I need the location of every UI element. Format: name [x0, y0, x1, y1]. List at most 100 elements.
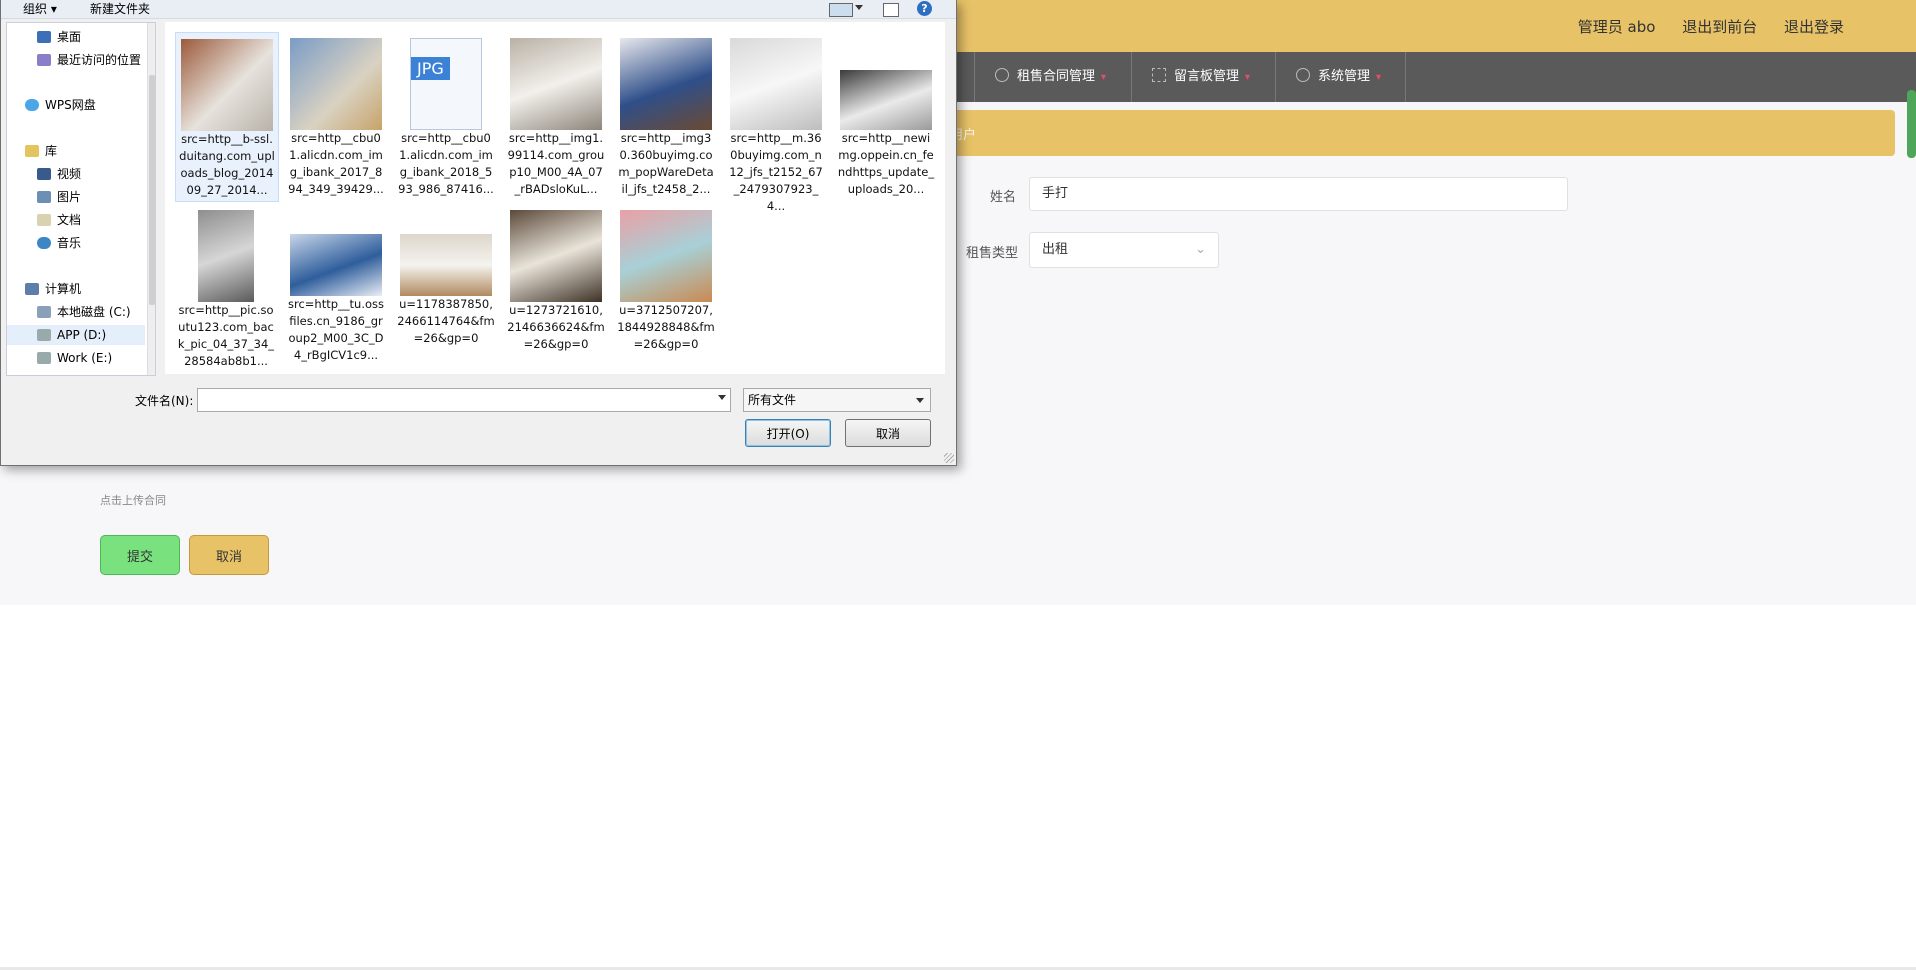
preview-pane-icon[interactable] — [883, 3, 899, 17]
file-thumbnail — [290, 234, 382, 296]
open-button[interactable]: 打开(O) — [745, 419, 831, 447]
jpg-badge: JPG — [411, 57, 450, 80]
nav-desktop[interactable]: 桌面 — [37, 27, 81, 47]
nav-label: 租售合同管理 — [1017, 69, 1096, 84]
file-type-value: 所有文件 — [748, 393, 797, 407]
drive-icon — [37, 306, 51, 318]
file-item[interactable]: JPG src=http__cbu01.alicdn.com_img_ibank… — [395, 32, 497, 198]
file-item[interactable]: src=http__b-ssl.duitang.com_uploads_blog… — [175, 32, 279, 202]
file-name: u=3712507207,1844928848&fm=26&gp=0 — [617, 303, 715, 351]
nav-videos[interactable]: 视频 — [37, 164, 81, 184]
nav-item-label: WPS网盘 — [45, 98, 96, 112]
cancel-button[interactable]: 取消 — [189, 535, 269, 575]
file-item[interactable]: src=http__pic.soutu123.com_back_pic_04_3… — [175, 204, 277, 370]
jpg-file-icon: JPG — [410, 38, 482, 130]
file-name: u=1273721610,2146636624&fm=26&gp=0 — [507, 303, 605, 351]
resize-grip[interactable] — [944, 453, 954, 463]
nav-item-label: 桌面 — [57, 30, 82, 44]
nav-item-label: 视频 — [57, 167, 82, 181]
nav-libraries[interactable]: 库 — [25, 141, 57, 161]
file-thumbnail — [400, 234, 492, 296]
file-item[interactable]: u=1178387850,2466114764&fm=26&gp=0 — [395, 204, 497, 347]
dialog-toolbar: 组织 ▾ 新建文件夹 ? — [1, 0, 956, 19]
file-name: src=http__b-ssl.duitang.com_uploads_blog… — [179, 132, 275, 197]
nav-item-label: 计算机 — [45, 282, 82, 296]
nav-computer[interactable]: 计算机 — [25, 279, 81, 299]
view-options-icon[interactable] — [829, 3, 853, 17]
organize-button[interactable]: 组织 ▾ — [23, 0, 57, 17]
nav-system-management[interactable]: 系统管理 ▾ — [1275, 52, 1406, 102]
file-type-filter[interactable]: 所有文件 — [743, 388, 931, 412]
chevron-down-icon: ▾ — [1101, 72, 1107, 83]
rental-type-label: 租售类型 — [966, 246, 1019, 261]
navigation-pane: 桌面 最近访问的位置 WPS网盘 库 视频 图片 文档 音乐 计算机 本地磁盘 … — [6, 22, 156, 376]
nav-recent-places[interactable]: 最近访问的位置 — [37, 50, 141, 70]
file-thumbnail — [181, 39, 273, 131]
file-name-input[interactable] — [197, 388, 731, 412]
file-thumbnail — [198, 210, 254, 302]
nav-drive-d[interactable]: APP (D:) — [7, 325, 145, 345]
file-item[interactable]: u=3712507207,1844928848&fm=26&gp=0 — [615, 204, 717, 353]
documents-icon — [37, 214, 51, 226]
compass-icon — [995, 68, 1009, 82]
file-open-dialog: 组织 ▾ 新建文件夹 ? 桌面 最近访问的位置 WPS网盘 库 视频 图片 文档… — [0, 0, 957, 466]
nav-contract-management[interactable]: 租售合同管理 ▾ — [974, 52, 1131, 102]
file-name: src=http__pic.soutu123.com_back_pic_04_3… — [177, 303, 275, 368]
file-thumbnail — [290, 38, 382, 130]
nav-music[interactable]: 音乐 — [37, 233, 81, 253]
expand-icon — [1152, 68, 1166, 82]
page-scrollbar[interactable] — [1907, 90, 1916, 158]
file-name: src=http__cbu01.alicdn.com_img_ibank_201… — [398, 131, 494, 196]
file-name: src=http__cbu01.alicdn.com_img_ibank_201… — [288, 131, 384, 196]
dialog-cancel-button[interactable]: 取消 — [845, 419, 931, 447]
file-item[interactable]: src=http__m.360buyimg.com_n12_jfs_t2152_… — [725, 32, 827, 215]
file-name: src=http__newimg.oppein.cn_fendhttps_upd… — [837, 131, 935, 196]
name-input[interactable]: 手打 — [1029, 177, 1568, 211]
logout-link[interactable]: 退出登录 — [1784, 18, 1844, 36]
file-thumbnail — [620, 38, 712, 130]
nav-pane-scroll-thumb[interactable] — [149, 75, 155, 305]
file-item[interactable]: u=1273721610,2146636624&fm=26&gp=0 — [505, 204, 607, 353]
file-item[interactable]: src=http__cbu01.alicdn.com_img_ibank_201… — [285, 32, 387, 198]
chevron-down-icon: ▾ — [1245, 72, 1251, 83]
file-item[interactable]: src=http__newimg.oppein.cn_fendhttps_upd… — [835, 32, 937, 198]
chevron-down-icon[interactable] — [855, 5, 863, 10]
video-icon — [37, 168, 51, 180]
nav-item-label: 最近访问的位置 — [57, 53, 142, 67]
file-item[interactable]: src=http__img1.99114.com_group10_M00_4A_… — [505, 32, 607, 198]
file-name: u=1178387850,2466114764&fm=26&gp=0 — [397, 297, 495, 345]
nav-wps-cloud[interactable]: WPS网盘 — [25, 95, 96, 115]
file-list: src=http__b-ssl.duitang.com_uploads_blog… — [165, 22, 945, 374]
nav-item-label: Work (E:) — [57, 351, 113, 365]
nav-label: 系统管理 — [1318, 69, 1371, 84]
music-icon — [37, 237, 51, 249]
drive-icon — [37, 329, 51, 341]
nav-pane-scrollbar[interactable] — [147, 23, 155, 375]
nav-drive-e[interactable]: Work (E:) — [37, 348, 112, 368]
nav-pictures[interactable]: 图片 — [37, 187, 81, 207]
file-thumbnail — [730, 38, 822, 130]
file-name: src=http__img30.360buyimg.com_popWareDet… — [618, 131, 714, 196]
exit-to-frontend-link[interactable]: 退出到前台 — [1682, 18, 1757, 36]
drive-icon — [37, 352, 51, 364]
nav-item-label: 图片 — [57, 190, 82, 204]
file-item[interactable]: src=http__tu.ossfiles.cn_9186_group2_M00… — [285, 204, 387, 364]
file-name: src=http__tu.ossfiles.cn_9186_group2_M00… — [287, 297, 384, 362]
submit-button[interactable]: 提交 — [100, 535, 180, 575]
chevron-down-icon: ⌄ — [1195, 242, 1206, 257]
nav-message-board[interactable]: 留言板管理 ▾ — [1131, 52, 1275, 102]
upload-contract-hint[interactable]: 点击上传合同 — [100, 492, 166, 508]
new-folder-button[interactable]: 新建文件夹 — [90, 0, 150, 17]
help-icon[interactable]: ? — [917, 1, 932, 16]
clock-icon — [1296, 68, 1310, 82]
nav-documents[interactable]: 文档 — [37, 210, 81, 230]
rental-type-select[interactable]: 出租 ⌄ — [1029, 232, 1219, 268]
nav-item-label: 库 — [45, 144, 58, 158]
file-item[interactable]: src=http__img30.360buyimg.com_popWareDet… — [615, 32, 717, 198]
chevron-down-icon[interactable] — [718, 395, 726, 400]
file-thumbnail — [620, 210, 712, 302]
computer-icon — [25, 283, 39, 295]
nav-drive-c[interactable]: 本地磁盘 (C:) — [37, 302, 131, 322]
user-links: 管理员 abo 退出到前台 退出登录 — [1556, 16, 1844, 37]
admin-user-label: 管理员 abo — [1577, 18, 1656, 36]
